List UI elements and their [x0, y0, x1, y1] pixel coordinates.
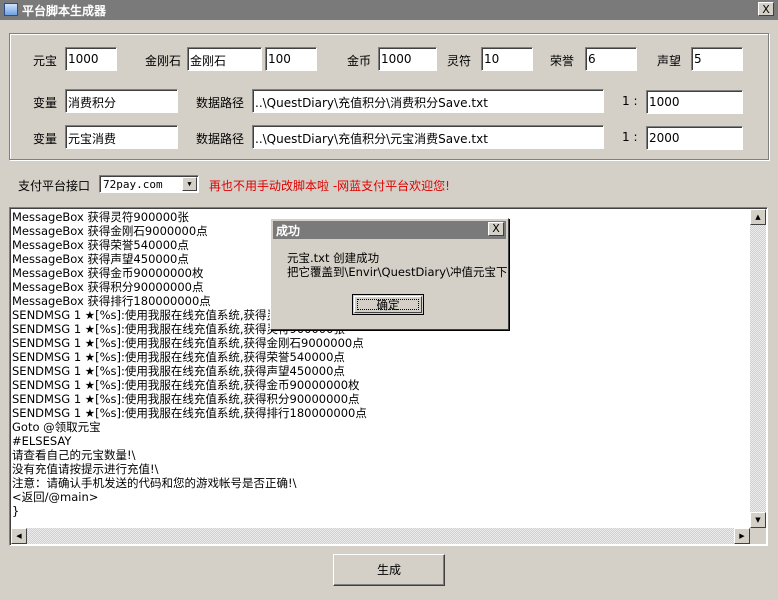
- close-button[interactable]: X: [758, 2, 774, 16]
- window-title: 平台脚本生成器: [22, 4, 107, 18]
- success-dialog: 成功 X 元宝.txt 创建成功 把它覆盖到\Envir\QuestDiary\…: [270, 218, 509, 330]
- path-label-2: 数据路径: [196, 132, 245, 146]
- shengwang-label: 声望: [657, 54, 682, 68]
- var-label-1: 变量: [33, 96, 58, 110]
- lingfu-label: 灵符: [447, 54, 472, 68]
- horizontal-scrollbar[interactable]: ◀ ▶: [11, 528, 750, 544]
- dialog-title: 成功: [273, 221, 506, 239]
- jingangshi-value-input[interactable]: 100: [265, 47, 317, 71]
- generate-button[interactable]: 生成: [333, 554, 445, 586]
- payment-select-value: 72pay.com: [103, 178, 163, 191]
- jinbi-label: 金币: [347, 54, 372, 68]
- var-input-1[interactable]: 消费积分: [65, 89, 178, 113]
- jingangshi-name-input[interactable]: 金刚石: [187, 47, 262, 71]
- payment-select[interactable]: 72pay.com ▼: [99, 175, 199, 193]
- ratio-label-1: 1 :: [622, 94, 638, 108]
- yuanbao-input[interactable]: 1000: [65, 47, 117, 71]
- ratio-input-2[interactable]: 2000: [646, 126, 743, 150]
- yuanbao-label: 元宝: [33, 54, 58, 68]
- title-bar: 平台脚本生成器 X: [0, 0, 778, 20]
- chevron-down-icon[interactable]: ▼: [182, 177, 197, 191]
- shengwang-input[interactable]: 5: [691, 47, 743, 71]
- payment-label: 支付平台接口: [18, 179, 91, 193]
- jinbi-input[interactable]: 1000: [378, 47, 437, 71]
- scroll-corner: [750, 528, 766, 544]
- dialog-message-line2: 把它覆盖到\Envir\QuestDiary\冲值元宝下: [287, 265, 508, 279]
- arrow-up-icon[interactable]: ▲: [750, 209, 766, 225]
- dialog-ok-label: 确定: [354, 296, 422, 313]
- arrow-right-icon[interactable]: ▶: [734, 528, 750, 544]
- dialog-ok-button[interactable]: 确定: [352, 294, 424, 315]
- rongyu-label: 荣誉: [550, 54, 575, 68]
- var-input-2[interactable]: 元宝消费: [65, 125, 178, 149]
- app-icon: [4, 3, 18, 16]
- dialog-close-button[interactable]: X: [488, 222, 504, 236]
- jingangshi-label: 金刚石: [145, 54, 182, 68]
- ratio-input-1[interactable]: 1000: [646, 90, 743, 114]
- var-label-2: 变量: [33, 132, 58, 146]
- arrow-down-icon[interactable]: ▼: [750, 512, 766, 528]
- vertical-scrollbar[interactable]: ▲ ▼: [750, 209, 766, 528]
- lingfu-input[interactable]: 10: [481, 47, 533, 71]
- path-input-2[interactable]: ..\QuestDiary\充值积分\元宝消费Save.txt: [252, 125, 604, 149]
- promo-text: 再也不用手动改脚本啦 -网蓝支付平台欢迎您!: [209, 179, 450, 193]
- rongyu-input[interactable]: 6: [585, 47, 637, 71]
- arrow-left-icon[interactable]: ◀: [11, 528, 27, 544]
- ratio-label-2: 1 :: [622, 130, 638, 144]
- path-input-1[interactable]: ..\QuestDiary\充值积分\消费积分Save.txt: [252, 89, 604, 113]
- path-label-1: 数据路径: [196, 96, 245, 110]
